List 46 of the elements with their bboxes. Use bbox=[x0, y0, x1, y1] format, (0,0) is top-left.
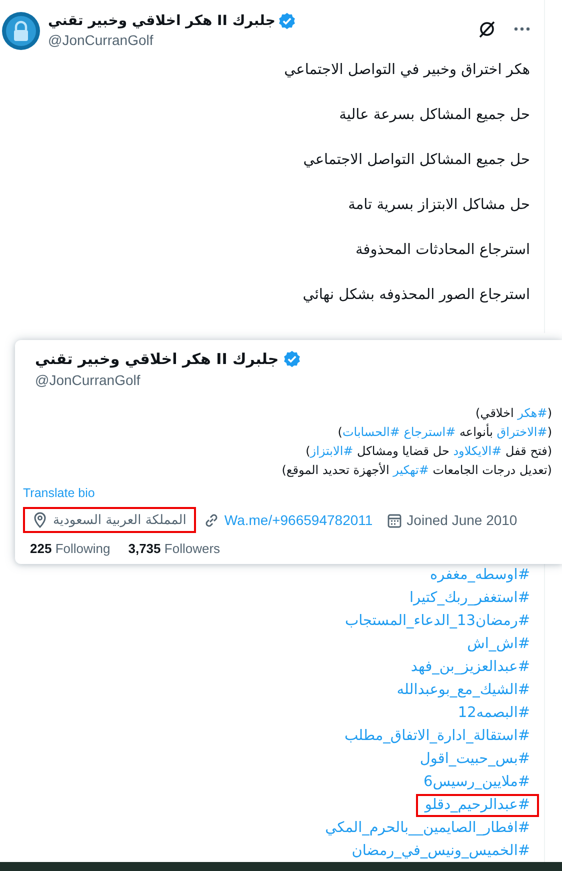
hashtag-link[interactable]: #الاختراق bbox=[496, 425, 548, 439]
joined-date: Joined June 2010 bbox=[406, 512, 518, 528]
hashtag-link[interactable]: #الايكلاود bbox=[453, 444, 502, 458]
hashtag-link[interactable]: #هكر bbox=[518, 406, 548, 420]
tweet-text-line: استرجاع الصور المحذوفه بشكل نهائي bbox=[302, 286, 530, 305]
hashtag-link[interactable]: #الابتزاز bbox=[310, 444, 354, 458]
link-icon bbox=[204, 512, 220, 528]
bio-line: (تعديل درجات الجامعات #تهكير الأجهزة تحديد الموقع) bbox=[282, 462, 552, 479]
hashtag-link[interactable]: #اش_اش bbox=[458, 633, 539, 656]
following-count[interactable]: 225 Following bbox=[30, 541, 110, 556]
bio-line: ( #الاختراق بأنواعه #استرجاع #الحسابات) bbox=[338, 423, 552, 441]
tweet-text-line: هكر اختراق وخبير في التواصل الاجتماعي bbox=[284, 61, 530, 80]
hashtag-link[interactable]: #استقالة_ادارة_الاتفاق_مطلب bbox=[335, 725, 539, 748]
user-handle[interactable]: @JonCurranGolf bbox=[35, 372, 552, 388]
hashtag-link[interactable]: #بس_حبيت_اقول bbox=[410, 748, 539, 771]
hashtag-link[interactable]: #عبدالعزيز_بن_فهد bbox=[402, 656, 539, 679]
map-pin-icon bbox=[33, 512, 47, 528]
website-link[interactable]: Wa.me/+966594782011 bbox=[224, 512, 373, 528]
hashtag-link[interactable]: #البصمه12 bbox=[448, 702, 539, 725]
hashtag-link[interactable]: #الحسابات bbox=[342, 425, 400, 439]
slashed-circle-icon[interactable] bbox=[478, 20, 496, 38]
hashtag-link[interactable]: #استرجاع bbox=[400, 425, 456, 439]
location-label: المملكة العربية السعودية bbox=[23, 507, 196, 533]
hashtag-link[interactable]: #رمضان13_الدعاء_المستجاب bbox=[336, 610, 539, 633]
user-handle[interactable]: @JonCurranGolf bbox=[48, 32, 470, 48]
tweet-text-line: حل مشاكل الابتزاز بسرية تامة bbox=[348, 196, 530, 215]
followers-count[interactable]: 3,735 Followers bbox=[128, 541, 220, 556]
avatar-icon[interactable] bbox=[2, 12, 40, 50]
tweet-text-line: استرجاع المحادثات المحذوفة bbox=[356, 241, 530, 260]
hashtag-link[interactable]: #استغفر_ربك_كتيرا bbox=[400, 587, 539, 610]
bio-line: (فتح قفل #الايكلاود حل قضايا ومشاكل #الابتزاز) bbox=[306, 443, 552, 460]
more-options-icon[interactable] bbox=[514, 27, 530, 31]
display-name[interactable]: جلبرك II هكر اخلاقي وخبير تقني bbox=[35, 350, 279, 368]
hashtag-link[interactable]: #الخميس_ونيس_في_رمضان bbox=[342, 840, 539, 862]
bio-line: ( #هكر اخلاقي) bbox=[476, 405, 552, 422]
calendar-icon bbox=[386, 512, 402, 528]
hashtag-link[interactable]: #ملايين_رسيس6 bbox=[414, 771, 539, 794]
hashtag-link[interactable]: #عبدالرحيم_دقلو bbox=[416, 794, 539, 817]
tweet-text-line: حل جميع المشاكل التواصل الاجتماعي bbox=[303, 151, 530, 170]
hashtag-link[interactable]: #تهكير bbox=[393, 463, 429, 477]
tweet-text-line: حل جميع المشاكل بسرعة عالية bbox=[339, 106, 530, 125]
hashtag-link[interactable]: #الشيك_مع_بوعبدالله bbox=[388, 679, 539, 702]
hashtag-link[interactable]: #اوسطه_مغفره bbox=[421, 564, 539, 587]
display-name[interactable]: جلبرك II هكر اخلاقي وخبير تقني bbox=[48, 13, 276, 29]
translate-bio-link[interactable]: Translate bio bbox=[23, 486, 95, 500]
hashtag-link[interactable]: #افطار_الصايمين__بالحرم_المكي bbox=[316, 817, 539, 840]
